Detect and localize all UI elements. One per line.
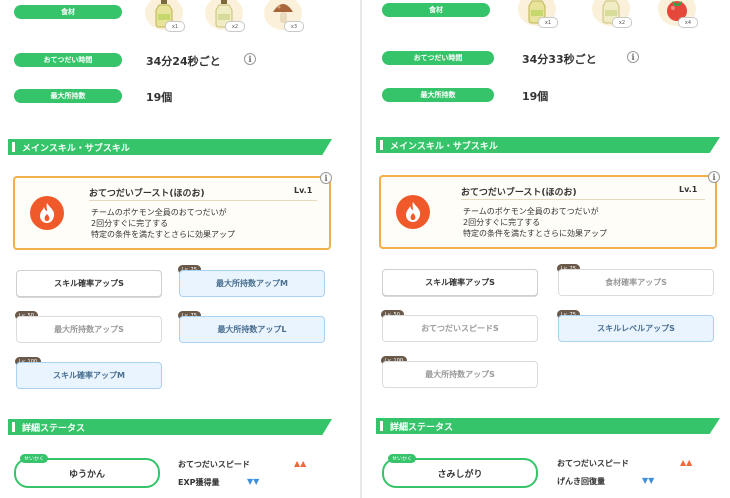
ingredients-label: 食材 [382,3,490,17]
ingredient-slot[interactable]: x2 [205,0,245,32]
ingredient-slot[interactable]: x4 [658,0,698,28]
nature-effect-label: おてつだいスピード [557,459,629,468]
stat-up-arrows: ▲▲ [294,459,307,468]
section-header-details: 詳細ステータス [8,419,332,435]
ingredient-count-badge: x1 [165,21,185,32]
section-header-details: 詳細ステータス [376,418,720,434]
ingredient-slot[interactable]: x1 [145,0,185,32]
main-skill-description-line: 2回分すぐに完了する [91,219,169,228]
main-skill-description-line: 特定の条件を満たすとさらに効果アップ [91,230,235,239]
section-header-skills: メインスキル・サブスキル [376,137,720,153]
subskill-button[interactable]: 最大所持数アップS [382,361,538,388]
max-carry-label: 最大所持数 [14,89,122,103]
main-skill-card[interactable]: おてつだいブースト(ほのお) Lv.1 チームのポケモン全員のおてつだいが 2回… [13,176,331,250]
subskill-button[interactable]: 食材確率アップS [558,269,714,296]
ingredient-count-badge: x2 [225,21,245,32]
subskill-button[interactable]: スキル確率アップM [16,362,162,389]
nature-effect-label: げんき回復量 [557,477,605,486]
stat-down-arrows: ▼▼ [642,476,655,485]
subskill-button[interactable]: スキルレベルアップS [558,315,714,342]
main-skill-name: おてつだいブースト(ほのお) [461,188,577,198]
nature-tag: せいかく [388,454,417,463]
subskill-button[interactable]: スキル確率アップS [382,269,538,296]
fire-icon [396,195,430,229]
ingredients-label: 食材 [14,5,122,19]
ingredient-count-badge: x1 [538,17,558,28]
info-icon[interactable]: i [320,172,332,184]
max-carry-label: 最大所持数 [382,88,494,102]
main-skill-level: Lv.1 [294,186,313,195]
info-icon[interactable]: i [708,171,720,183]
subskill-button[interactable]: スキル確率アップS [16,270,162,297]
help-time-label: おてつだい時間 [14,53,122,67]
main-skill-card[interactable]: おてつだいブースト(ほのお) Lv.1 チームのポケモン全員のおてつだいが 2回… [379,175,717,249]
nature-effect-label: おてつだいスピード [178,460,250,469]
ingredient-slot[interactable]: x2 [592,0,632,28]
ingredient-count-badge: x4 [678,17,698,28]
subskill-button[interactable]: おてつだいスピードS [382,315,538,342]
subskill-button[interactable]: 最大所持数アップM [179,270,325,297]
nature-effect-label: EXP獲得量 [178,478,220,487]
main-skill-description-line: 2回分すぐに完了する [463,218,541,227]
max-carry-value: 19個 [522,90,549,103]
ingredient-count-badge: x3 [284,21,304,32]
panel-divider [355,0,368,498]
help-time-label: おてつだい時間 [382,51,494,65]
ingredient-count-badge: x2 [612,17,632,28]
comparison-panel-left: 食材 x1 x2 x3 おてつだい時間 34分24秒ごと i 最大所持数 19個… [0,0,355,498]
ingredient-slot[interactable]: x3 [264,0,304,32]
info-icon[interactable]: i [627,51,639,63]
stat-up-arrows: ▲▲ [680,458,693,467]
ingredient-slot[interactable]: x1 [518,0,558,28]
section-header-skills: メインスキル・サブスキル [8,139,332,155]
main-skill-description-line: チームのポケモン全員のおてつだいが [463,207,599,216]
help-time-value: 34分33秒ごと [522,53,597,66]
subskill-button[interactable]: 最大所持数アップL [179,316,325,343]
main-skill-description-line: 特定の条件を満たすとさらに効果アップ [463,229,607,238]
max-carry-value: 19個 [146,91,173,104]
fire-icon [30,196,64,230]
stat-down-arrows: ▼▼ [247,477,260,486]
subskill-button[interactable]: 最大所持数アップS [16,316,162,343]
nature-tag: せいかく [20,454,49,463]
main-skill-level: Lv.1 [679,185,698,194]
help-time-value: 34分24秒ごと [146,55,221,68]
main-skill-name: おてつだいブースト(ほのお) [89,189,205,199]
comparison-panel-right: 食材 x1 x2 x4 おてつだい時間 34分33秒ごと i 最大所持数 19個… [368,0,730,498]
main-skill-description-line: チームのポケモン全員のおてつだいが [91,208,227,217]
info-icon[interactable]: i [244,53,256,65]
